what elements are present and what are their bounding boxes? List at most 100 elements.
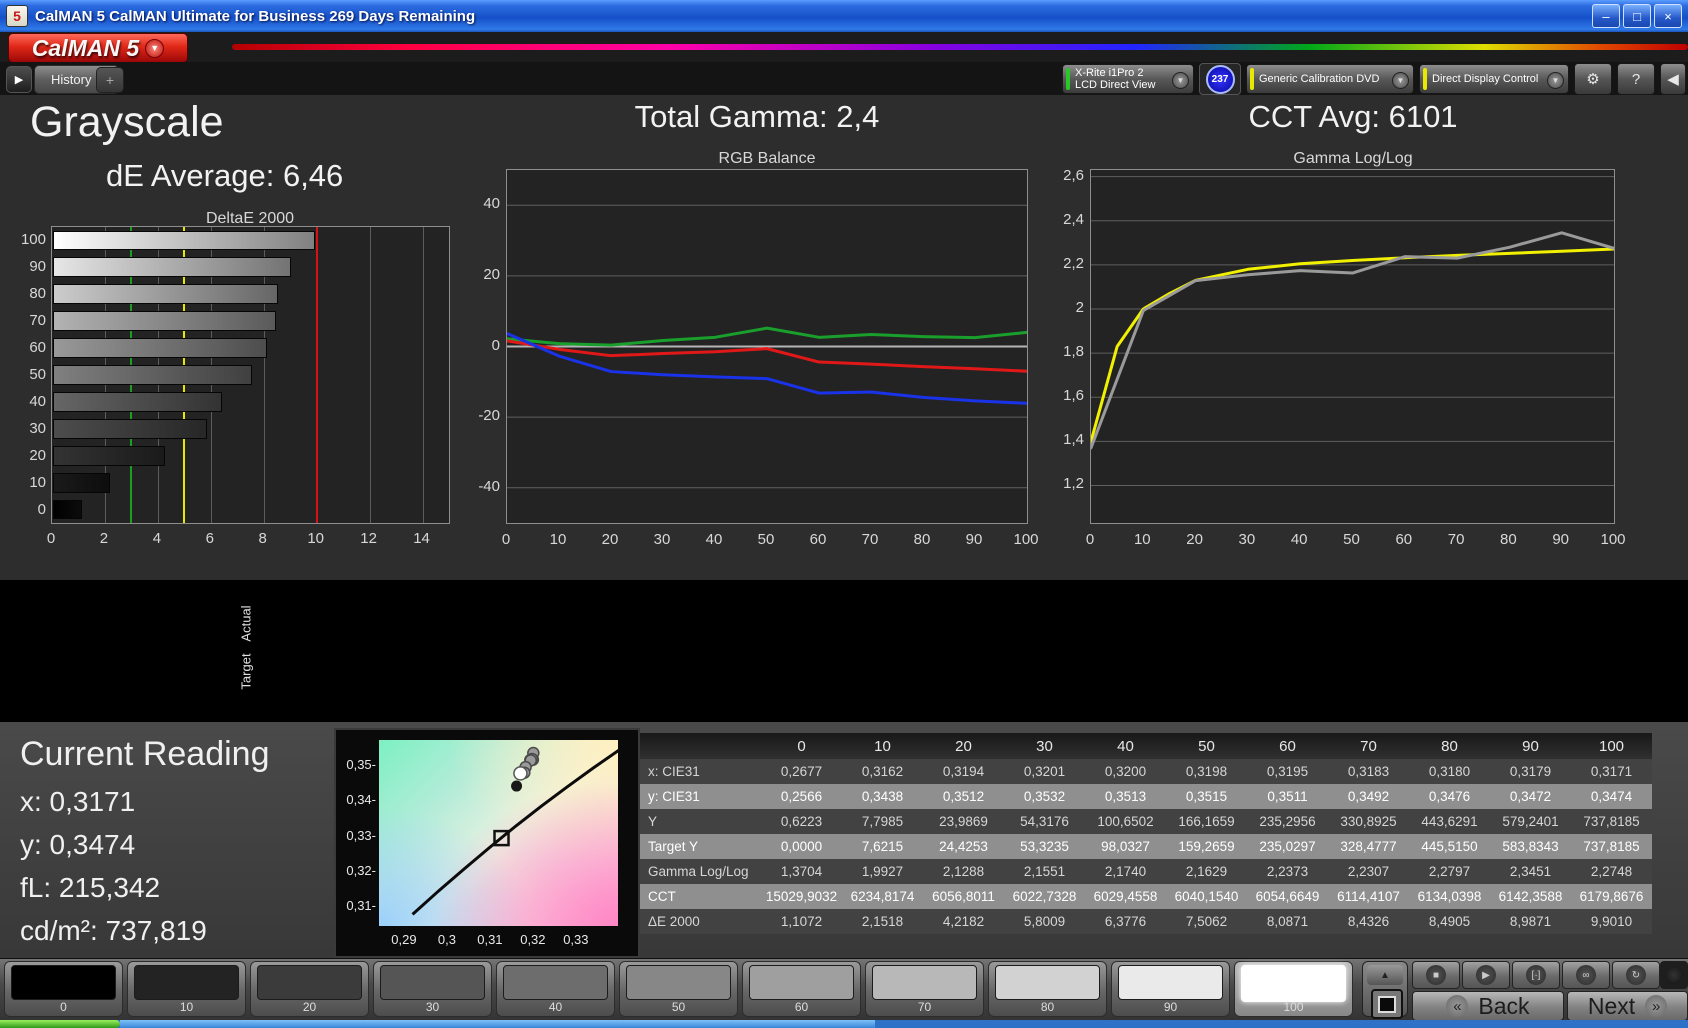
table-cell: 0,3511 — [1267, 789, 1308, 804]
pattern-swatch — [626, 965, 731, 1000]
pattern-button-30[interactable]: 30 — [373, 961, 492, 1017]
titlebar: 5 CalMAN 5 CalMAN Ultimate for Business … — [0, 0, 1688, 32]
deltae-x-tick: 6 — [205, 530, 214, 547]
next-label: Next — [1587, 992, 1636, 1019]
gear-icon[interactable]: ⚙ — [1574, 63, 1612, 95]
table-column-header: 70 — [1360, 737, 1377, 755]
table-column-header: 30 — [1036, 737, 1053, 755]
window-square-icon — [1378, 995, 1396, 1013]
pattern-button-70[interactable]: 70 — [865, 961, 984, 1017]
back-label: Back — [1478, 992, 1530, 1019]
table-row-label: Y — [648, 814, 658, 829]
stop-button[interactable]: ■ — [1412, 961, 1460, 989]
table-cell: 54,3176 — [1020, 814, 1069, 829]
deltae-bar — [53, 499, 83, 520]
series-green — [507, 326, 1027, 347]
pattern-button-50[interactable]: 50 — [619, 961, 738, 1017]
table-cell: 6022,7328 — [1012, 889, 1077, 904]
x-tick: 50 — [757, 531, 775, 548]
table-row-label: x: CIE31 — [648, 764, 700, 779]
back-button[interactable]: « Back — [1412, 991, 1564, 1021]
x-tick: 30 — [1238, 531, 1256, 548]
add-tab-button[interactable]: + — [96, 67, 124, 93]
pattern-button-100[interactable]: 100 — [1234, 961, 1353, 1017]
cct-avg-value: CCT Avg: 6101 — [1248, 99, 1458, 134]
minimize-button[interactable]: – — [1592, 4, 1620, 28]
refresh-button[interactable]: ↻ — [1612, 961, 1660, 989]
deltae-y-tick: 30 — [29, 419, 46, 437]
up-arrow-icon[interactable]: ▲ — [1367, 965, 1403, 985]
pattern-swatch — [1118, 965, 1223, 1000]
table-cell: 159,2659 — [1178, 839, 1235, 854]
deltae-y-tick: 50 — [29, 366, 46, 383]
current-reading-title: Current Reading — [20, 735, 270, 773]
display-control-dropdown[interactable]: Direct Display Control ▼ — [1419, 64, 1569, 94]
total-gamma-value: Total Gamma: 2,4 — [634, 99, 880, 134]
x-tick: 90 — [1552, 531, 1570, 548]
target-row-label: Target — [238, 653, 254, 690]
progress-segment-green — [0, 1020, 120, 1028]
cie-x-tick: 0,29 — [391, 932, 417, 947]
meter-reading-badge-box: 237 — [1199, 63, 1241, 95]
close-button[interactable]: × — [1654, 4, 1682, 28]
table-cell: 2,2307 — [1347, 864, 1390, 879]
table-cell: 1,9927 — [861, 864, 904, 879]
tab-expander-icon[interactable]: ▶ — [6, 66, 32, 93]
pattern-button-20[interactable]: 20 — [250, 961, 369, 1017]
next-button[interactable]: Next » — [1567, 991, 1688, 1021]
pattern-button-10[interactable]: 10 — [127, 961, 246, 1017]
pattern-swatch — [134, 965, 239, 1000]
table-cell: 0,3472 — [1509, 789, 1552, 804]
pattern-button-0[interactable]: 0 — [4, 961, 123, 1017]
table-cell: 1,1072 — [780, 914, 823, 929]
pattern-button-90[interactable]: 90 — [1111, 961, 1230, 1017]
gamma-chart-title: Gamma Log/Log — [1293, 150, 1413, 167]
meter-dropdown[interactable]: X-Rite i1Pro 2 LCD Direct View ▼ — [1062, 64, 1194, 94]
deltae-y-tick: 0 — [37, 500, 46, 518]
pattern-swatch — [503, 965, 608, 1000]
table-cell: 7,7985 — [861, 814, 904, 829]
pattern-swatch — [257, 965, 362, 1000]
source-status-bar — [1250, 68, 1254, 90]
x-tick: 100 — [1013, 531, 1039, 548]
toolbar: X-Rite i1Pro 2 LCD Direct View ▼ 237 Gen… — [1062, 63, 1686, 95]
calman-menu-button[interactable]: CalMAN 5 ▼ — [8, 33, 188, 63]
deltae-y-tick: 20 — [29, 446, 46, 464]
table-cell: 6040,1540 — [1174, 889, 1239, 904]
help-icon[interactable]: ? — [1617, 63, 1655, 95]
x-tick: 10 — [549, 531, 567, 548]
de-average-value: dE Average: 6,46 — [106, 158, 344, 193]
y-tick: 1,2 — [1063, 475, 1084, 493]
table-column-header: 80 — [1441, 737, 1458, 755]
table-cell: 9,9010 — [1590, 914, 1633, 929]
logo-caret-icon: ▼ — [145, 38, 165, 58]
deltae-bar — [53, 311, 277, 332]
pattern-swatch — [380, 965, 485, 1000]
collapse-panel-icon[interactable]: ◀ — [1660, 63, 1686, 95]
cie-y-tick: 0,34- — [346, 792, 376, 808]
table-column-header: 0 — [797, 737, 806, 755]
continuous-button[interactable]: ∞ — [1562, 961, 1610, 989]
x-tick: 20 — [601, 531, 619, 548]
x-tick: 0 — [1085, 531, 1095, 548]
table-cell: 2,1551 — [1023, 864, 1066, 879]
record-indicator — [1660, 961, 1688, 989]
table-row: CCT 15029,9032 6234,8174 6056,8011 6022,7328… — [640, 884, 1652, 909]
meter-reading-badge: 237 — [1205, 64, 1235, 94]
table-cell: 1,3704 — [780, 864, 823, 879]
pattern-button-60[interactable]: 60 — [742, 961, 861, 1017]
maximize-button[interactable]: □ — [1623, 4, 1651, 28]
table-header-row: 0 10 20 30 40 50 60 70 80 90 100 — [640, 733, 1652, 759]
table-cell: 2,1518 — [861, 914, 904, 929]
play-button[interactable]: ▶ — [1462, 961, 1510, 989]
table-row-label: y: CIE31 — [648, 789, 700, 804]
pattern-button-80[interactable]: 80 — [988, 961, 1107, 1017]
pattern-window-button[interactable] — [1371, 989, 1403, 1019]
x-tick: 10 — [1133, 531, 1151, 548]
table-row: Target Y 0,0000 7,6215 24,4253 53,3235 98,032… — [640, 834, 1652, 859]
deltae-x-tick: 4 — [152, 530, 162, 547]
pattern-level-label: 50 — [671, 1000, 686, 1014]
pattern-button-40[interactable]: 40 — [496, 961, 615, 1017]
frame-button[interactable]: [·] — [1512, 961, 1560, 989]
source-dropdown[interactable]: Generic Calibration DVD ▼ — [1246, 64, 1414, 94]
